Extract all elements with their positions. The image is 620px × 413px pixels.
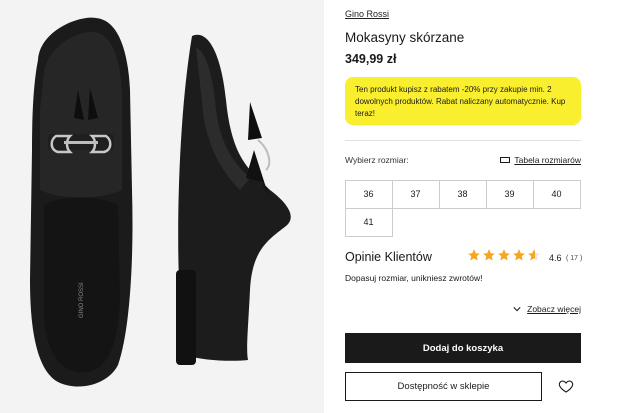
loafer-shoes-image: GINO ROSSI xyxy=(30,17,291,387)
size-option-39[interactable]: 39 xyxy=(485,179,534,209)
product-title: Mokasyny skórzane xyxy=(345,30,465,45)
fit-hint: Dopasuj rozmiar, unikniesz zwrotów! xyxy=(345,273,483,283)
divider xyxy=(345,140,581,141)
star-icon-1 xyxy=(468,249,480,261)
product-image[interactable]: GINO ROSSI xyxy=(0,0,324,413)
size-chart-label: Tabela rozmiarów xyxy=(514,155,581,165)
star-icon-5-partial xyxy=(528,249,540,261)
size-select-label: Wybierz rozmiar: xyxy=(345,155,409,165)
rating-count: ( 17 ) xyxy=(566,255,583,262)
promo-banner: Ten produkt kupisz z rabatem -20% przy z… xyxy=(345,77,581,125)
ruler-icon xyxy=(500,157,511,163)
product-info: Gino Rossi Mokasyny skórzane 349,99 zł T… xyxy=(344,0,585,413)
see-more-label: Zobacz więcej xyxy=(527,304,581,314)
rating-stars[interactable] xyxy=(467,248,541,262)
insole-brand-text: GINO ROSSI xyxy=(79,282,85,318)
size-option-37[interactable]: 37 xyxy=(391,179,440,209)
chevron-down-icon xyxy=(513,307,521,312)
rating-value: 4.6 xyxy=(549,253,562,263)
add-to-cart-button[interactable]: Dodaj do koszyka xyxy=(345,333,581,363)
product-price: 349,99 zł xyxy=(345,52,397,66)
size-option-36[interactable]: 36 xyxy=(344,179,393,209)
heart-icon[interactable] xyxy=(558,378,574,394)
size-option-41[interactable]: 41 xyxy=(344,207,393,237)
store-availability-button[interactable]: Dostępność w sklepie xyxy=(345,372,542,401)
size-grid: 36 37 38 39 40 41 xyxy=(344,179,581,237)
size-option-38[interactable]: 38 xyxy=(438,179,487,209)
size-chart-link[interactable]: Tabela rozmiarów xyxy=(500,155,581,165)
reviews-title: Opinie Klientów xyxy=(345,250,432,264)
star-icon-3 xyxy=(498,249,510,261)
size-option-40[interactable]: 40 xyxy=(532,179,581,209)
star-icon-2 xyxy=(483,249,495,261)
star-icon-4 xyxy=(513,249,525,261)
see-more-link[interactable]: Zobacz więcej xyxy=(513,304,581,314)
brand-link[interactable]: Gino Rossi xyxy=(345,9,389,19)
